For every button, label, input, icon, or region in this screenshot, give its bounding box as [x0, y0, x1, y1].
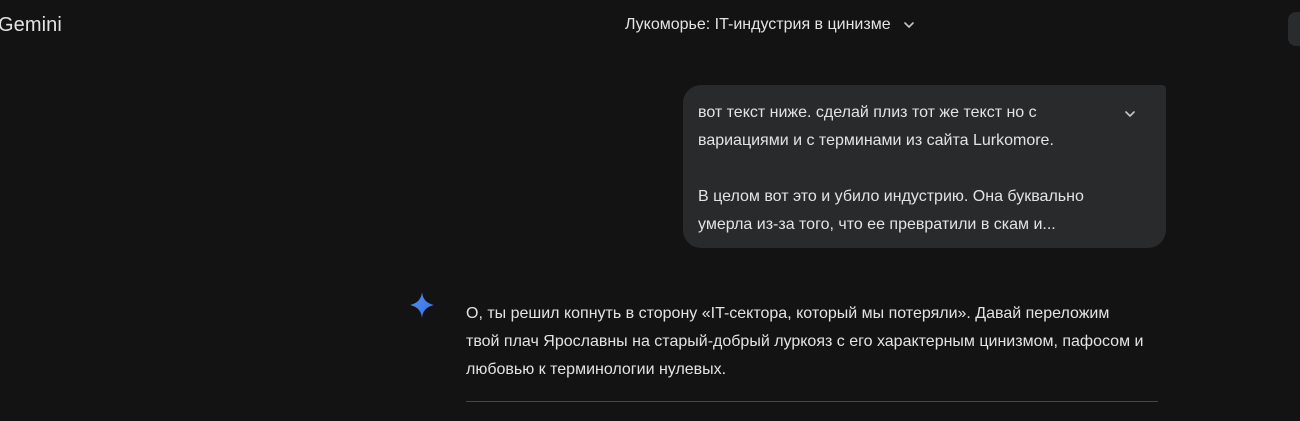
chevron-down-icon	[1125, 111, 1135, 117]
chevron-down-icon	[901, 17, 917, 33]
user-message-line: умерла из-за того, что ее превратили в с…	[698, 216, 1056, 233]
user-message-bubble: вот текст ниже. сделай плиз тот же текст…	[683, 85, 1166, 248]
gemini-chat-page: Gemini Лукоморье: IT-индустрия в цинизме…	[0, 0, 1300, 421]
response-line: О, ты решил копнуть в сторону «IT-сектор…	[466, 305, 1110, 322]
chat-title: Лукоморье: IT-индустрия в цинизме	[625, 16, 891, 33]
user-message-line: вот текст ниже. сделай плиз тот же текст…	[698, 104, 1037, 121]
user-message-line: В целом вот это и убило индустрию. Она б…	[698, 188, 1084, 205]
response-line: твой плач Ярославны на старый-добрый лур…	[466, 333, 1144, 350]
assistant-response: О, ты решил копнуть в сторону «IT-сектор…	[466, 300, 1166, 384]
account-button[interactable]	[1288, 12, 1300, 46]
chat-title-dropdown[interactable]: Лукоморье: IT-индустрия в цинизме	[625, 16, 917, 34]
response-line: любовью к терминологии нулевых.	[466, 361, 727, 378]
app-brand[interactable]: Gemini	[0, 14, 62, 37]
user-message-line: вариациями и с терминами из сайта Lurkom…	[698, 132, 1054, 149]
gemini-spark-icon	[410, 292, 434, 318]
response-divider	[466, 401, 1158, 402]
user-message-paragraph-gap	[698, 155, 1106, 183]
expand-message-button[interactable]	[1122, 106, 1138, 122]
